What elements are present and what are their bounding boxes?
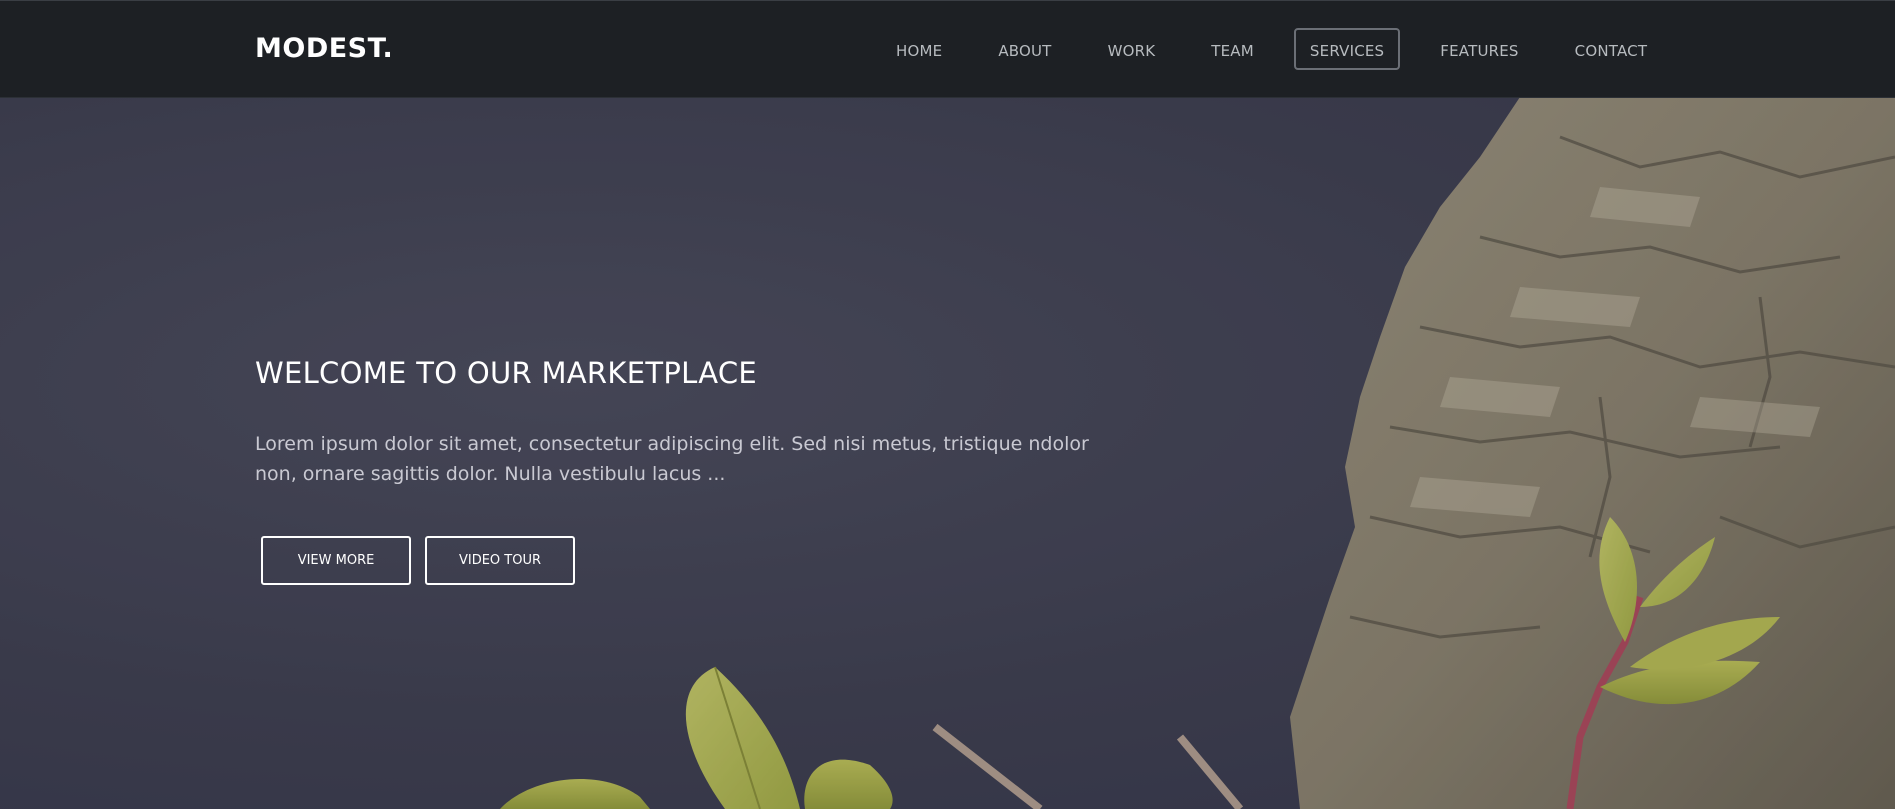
top-navbar: MODEST. HOME ABOUT WORK TEAM SERVICES FE… xyxy=(0,0,1895,98)
nav-item-about[interactable]: ABOUT xyxy=(982,28,1067,70)
hero-section: WELCOME TO OUR MARKETPLACE Lorem ipsum d… xyxy=(0,97,1895,809)
nav-item-work[interactable]: WORK xyxy=(1092,28,1172,70)
nav-item-home[interactable]: HOME xyxy=(880,28,958,70)
nav-item-team[interactable]: TEAM xyxy=(1195,28,1270,70)
nav-item-services[interactable]: SERVICES xyxy=(1293,28,1401,70)
site-logo[interactable]: MODEST. xyxy=(255,32,393,66)
video-tour-button[interactable]: VIDEO TOUR xyxy=(425,536,575,585)
hero-content: WELCOME TO OUR MARKETPLACE Lorem ipsum d… xyxy=(255,355,1095,585)
hero-title: WELCOME TO OUR MARKETPLACE xyxy=(255,356,758,390)
main-nav: HOME ABOUT WORK TEAM SERVICES FEATURES C… xyxy=(880,27,1687,71)
nav-item-features[interactable]: FEATURES xyxy=(1424,28,1534,70)
nav-item-contact[interactable]: CONTACT xyxy=(1559,28,1664,70)
page: MODEST. HOME ABOUT WORK TEAM SERVICES FE… xyxy=(0,0,1895,809)
hero-description: Lorem ipsum dolor sit amet, consectetur … xyxy=(255,433,1089,485)
hero-buttons: VIEW MORE VIDEO TOUR xyxy=(255,536,1095,585)
view-more-button[interactable]: VIEW MORE xyxy=(261,536,411,585)
